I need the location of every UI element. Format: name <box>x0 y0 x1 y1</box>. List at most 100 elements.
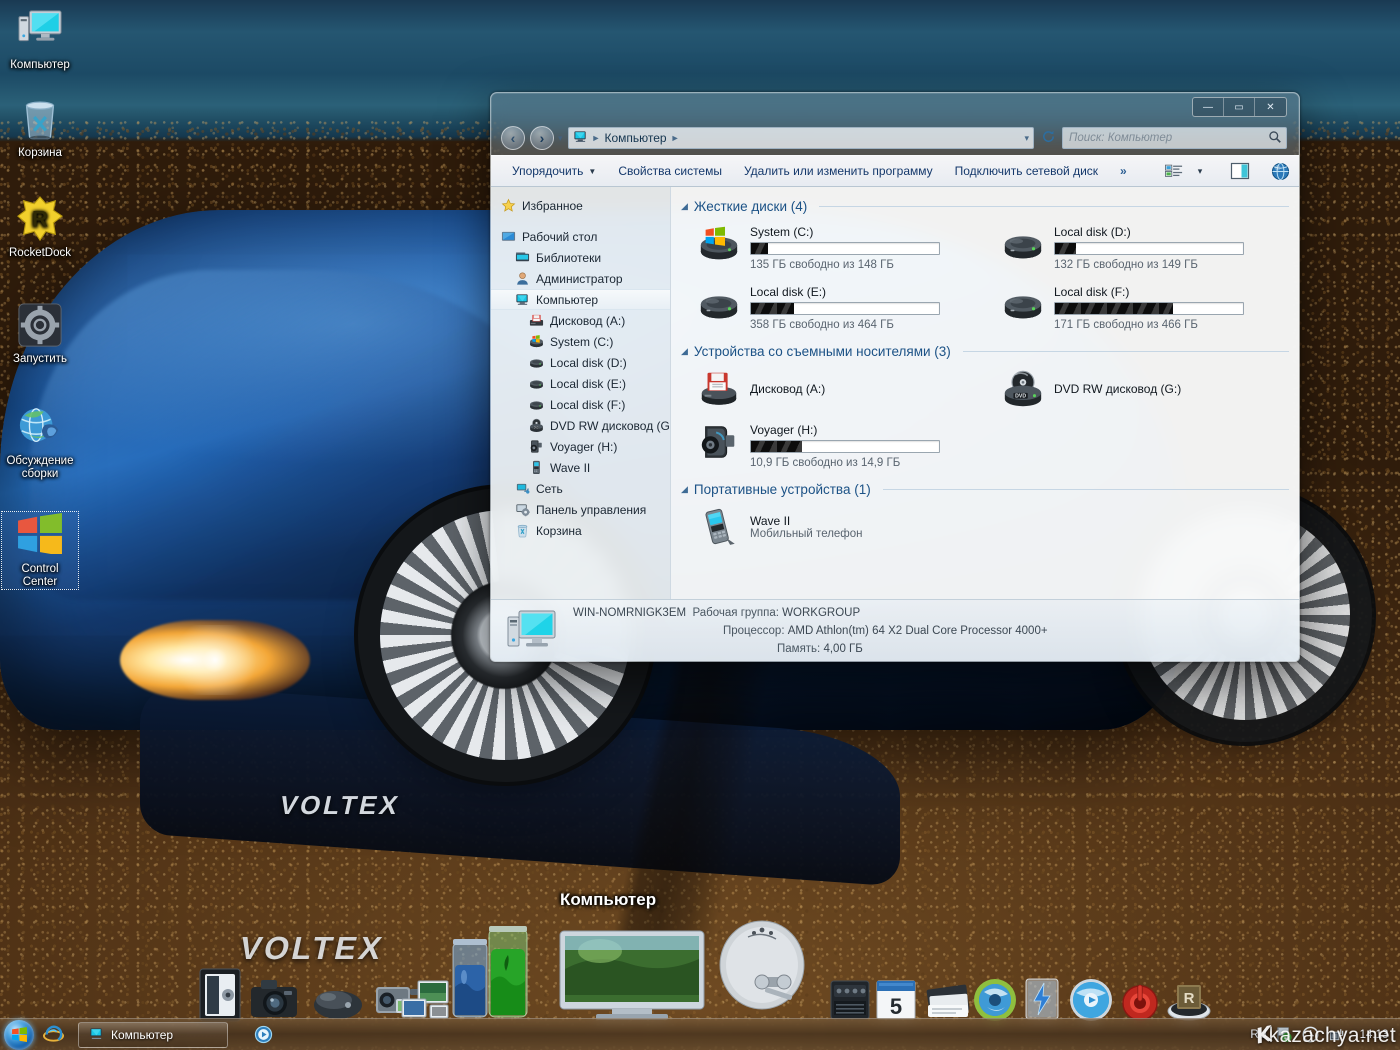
sidebar-item-voyager-h[interactable]: Voyager (H:) <box>491 436 670 457</box>
usb-drive-icon <box>697 422 741 462</box>
floppy-icon <box>529 313 545 329</box>
sidebar-item-корзина[interactable]: Корзина <box>491 520 670 541</box>
help-globe-icon[interactable] <box>1267 159 1293 183</box>
breadcrumb-arrow-root[interactable]: ► <box>592 133 601 143</box>
sidebar-item-dvd-rw-дисковод-g[interactable]: DVD DVD RW дисковод (G: <box>491 415 670 436</box>
navigation-pane[interactable]: Избранное Рабочий стол Библиотеки Администр… <box>491 187 671 599</box>
breadcrumb-arrow-end[interactable]: ► <box>671 133 680 143</box>
sidebar-item-local-disk-f[interactable]: Local disk (F:) <box>491 394 670 415</box>
sidebar-item-компьютер[interactable]: Компьютер <box>491 289 670 310</box>
network-plug-icon[interactable] <box>1328 1026 1345 1043</box>
globe-mouse-icon <box>16 404 64 452</box>
desktop-icon-build-discussion[interactable]: Обсуждение сборки <box>2 404 78 481</box>
drive-tile[interactable]: DVD DVD RW дисковод (G:) <box>985 365 1289 418</box>
capacity-bar <box>750 242 940 255</box>
system-properties-button[interactable]: Свойства системы <box>607 158 733 184</box>
group-header-hard-disks[interactable]: ◢ Жесткие диски (4) <box>681 199 1289 214</box>
svg-text:DVD: DVD <box>1015 393 1026 399</box>
sidebar-item-label: Компьютер <box>536 292 599 307</box>
breadcrumb-computer[interactable]: Компьютер <box>604 131 666 145</box>
desktop-icon-recycle-bin[interactable]: Корзина <box>2 96 78 160</box>
quicklaunch-internet-explorer[interactable] <box>38 1021 68 1049</box>
drive-tile[interactable]: Дисковод (A:) <box>681 365 985 418</box>
desktop-icon-label: Компьютер <box>10 59 70 71</box>
svg-text:DVD: DVD <box>534 427 539 429</box>
back-button[interactable]: ‹ <box>501 126 525 150</box>
system-drive-icon <box>697 224 741 264</box>
content-pane[interactable]: ◢ Жесткие диски (4) System (C:) 135 ГБ своб… <box>671 187 1299 599</box>
search-placeholder: Поиск: Компьютер <box>1069 132 1173 144</box>
collapse-triangle-icon[interactable]: ◢ <box>681 346 688 357</box>
sidebar-item-избранное[interactable]: Избранное <box>491 195 670 216</box>
address-bar[interactable]: ► Компьютер ► ▾ <box>567 127 1034 149</box>
control-panel-icon <box>515 502 531 518</box>
drive-tile[interactable]: Voyager (H:) 10,9 ГБ свободно из 14,9 ГБ <box>681 418 985 478</box>
view-list-icon[interactable] <box>1161 159 1187 183</box>
taskbar-task-computer[interactable]: Компьютер <box>78 1021 228 1048</box>
language-indicator[interactable]: RU <box>1250 1029 1267 1041</box>
collapse-triangle-icon[interactable]: ◢ <box>681 201 688 212</box>
clock-icon[interactable] <box>1302 1026 1319 1043</box>
desktop-icon-label: Корзина <box>18 147 62 159</box>
window-body: Избранное Рабочий стол Библиотеки Администр… <box>491 187 1299 599</box>
drive-tile[interactable]: Local disk (F:) 171 ГБ свободно из 466 ГБ <box>985 280 1289 340</box>
drive-icon <box>1001 284 1045 324</box>
system-tray[interactable]: RU 14:13 <box>1250 1019 1398 1050</box>
refresh-icon[interactable] <box>1039 129 1057 147</box>
view-dropdown-caret-icon[interactable]: ▾ <box>1187 159 1213 183</box>
organize-button[interactable]: Упорядочить ▼ <box>501 158 607 184</box>
sidebar-item-local-disk-e[interactable]: Local disk (E:) <box>491 373 670 394</box>
sidebar-item-дисковод-a[interactable]: Дисковод (A:) <box>491 310 670 331</box>
taskbar-media-player-icon[interactable] <box>248 1021 278 1049</box>
sidebar-item-label: Корзина <box>536 523 582 538</box>
group-header-portable-devices[interactable]: ◢ Портативные устройства (1) <box>681 482 1289 497</box>
map-network-drive-button[interactable]: Подключить сетевой диск <box>944 158 1109 184</box>
maximize-button[interactable]: ▭ <box>1224 98 1255 116</box>
sidebar-item-рабочий-стол[interactable]: Рабочий стол <box>491 226 670 247</box>
drive-icon <box>529 397 545 413</box>
windows-flag-icon <box>16 512 64 560</box>
desktop-icon-control-center[interactable]: Control Center <box>1 511 79 590</box>
sidebar-item-сеть[interactable]: Сеть <box>491 478 670 499</box>
sidebar-item-администратор[interactable]: Администратор <box>491 268 670 289</box>
capacity-bar <box>1054 302 1244 315</box>
start-button[interactable] <box>4 1019 34 1050</box>
drive-tile[interactable]: System (C:) 135 ГБ свободно из 148 ГБ <box>681 220 985 280</box>
flag-check-icon[interactable] <box>1276 1026 1293 1043</box>
preview-pane-icon[interactable] <box>1227 159 1253 183</box>
drive-tile[interactable]: Local disk (D:) 132 ГБ свободно из 149 ГБ <box>985 220 1289 280</box>
address-dropdown-icon[interactable]: ▾ <box>1024 133 1029 144</box>
address-row[interactable]: ‹ › ▾ ► Компьютер ► ▾ Поиск: Компьютер <box>491 123 1299 153</box>
toolbar-overflow-button[interactable]: » <box>1109 158 1138 184</box>
recent-pages-dropdown[interactable]: ▾ <box>558 133 563 144</box>
desktop-icon-launch[interactable]: Запустить <box>2 302 78 366</box>
explorer-window[interactable]: — ▭ ✕ ‹ › ▾ ► Компьютер ► ▾ Поиск: Компь… <box>490 92 1300 662</box>
sidebar-item-библиотеки[interactable]: Библиотеки <box>491 247 670 268</box>
search-input[interactable]: Поиск: Компьютер <box>1062 127 1287 149</box>
taskbar[interactable]: Компьютер RU 14:13 <box>0 1018 1400 1050</box>
forward-button[interactable]: › <box>530 126 554 150</box>
minimize-button[interactable]: — <box>1193 98 1224 116</box>
collapse-triangle-icon[interactable]: ◢ <box>681 484 688 495</box>
computer-icon <box>16 8 64 56</box>
group-header-removable-devices[interactable]: ◢ Устройства со съемными носителями (3) <box>681 344 1289 359</box>
search-icon[interactable] <box>1268 130 1282 147</box>
processor-label: Процессор: <box>723 624 785 637</box>
drive-capacity-text: 358 ГБ свободно из 464 ГБ <box>750 319 894 331</box>
taskbar-clock[interactable]: 14:13 <box>1354 1029 1394 1041</box>
drive-tile[interactable]: Wave II Мобильный телефон <box>681 503 985 556</box>
sidebar-item-label: System (C:) <box>550 334 614 349</box>
sidebar-item-system-c[interactable]: System (C:) <box>491 331 670 352</box>
close-button[interactable]: ✕ <box>1255 98 1286 116</box>
sidebar-item-панель-управления[interactable]: Панель управления <box>491 499 670 520</box>
uninstall-change-program-button[interactable]: Удалить или изменить программу <box>733 158 944 184</box>
window-controls[interactable]: — ▭ ✕ <box>1192 97 1287 117</box>
sidebar-item-local-disk-d[interactable]: Local disk (D:) <box>491 352 670 373</box>
drive-tile[interactable]: Local disk (E:) 358 ГБ свободно из 464 ГБ <box>681 280 985 340</box>
dvd-icon: DVD <box>1001 369 1045 409</box>
desktop-icon-computer[interactable]: Компьютер <box>2 8 78 72</box>
command-toolbar[interactable]: Упорядочить ▼ Свойства системы Удалить и… <box>491 155 1299 187</box>
sidebar-item-wave-ii[interactable]: Wave II <box>491 457 670 478</box>
desktop-icon-rocketdock[interactable]: R RocketDock <box>2 196 78 260</box>
details-text: WIN-NOMRNIGK3EM Рабочая группа: WORKGROU… <box>573 604 1048 658</box>
